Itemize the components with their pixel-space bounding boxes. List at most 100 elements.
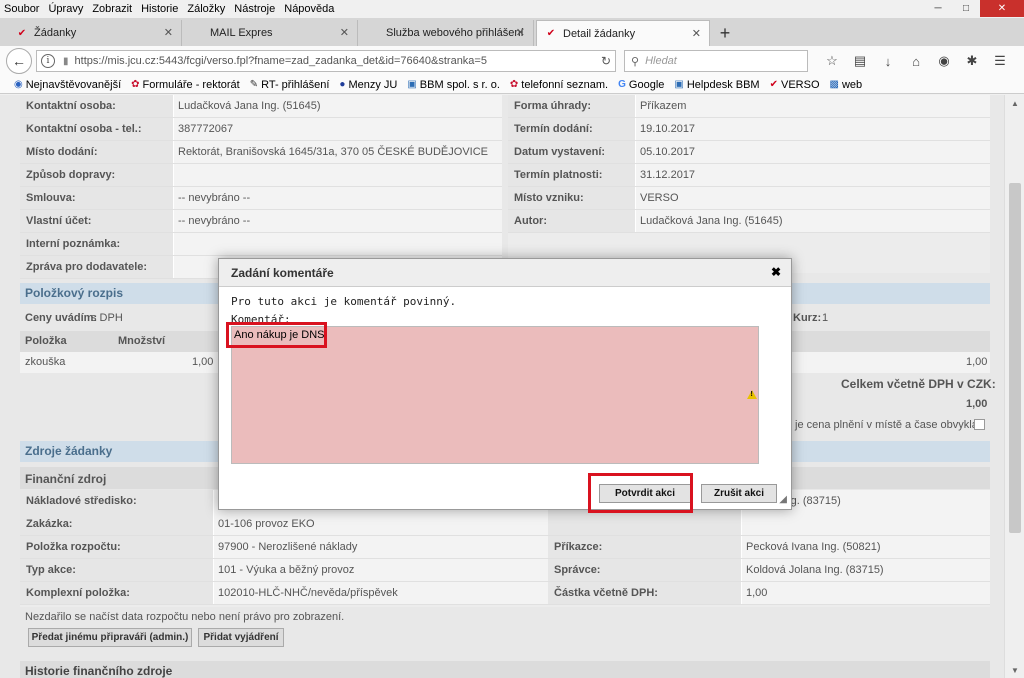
menu-nastroje[interactable]: Nástroje — [234, 3, 275, 15]
verso-icon: ✔ — [769, 79, 778, 90]
tab-detail-zadanky[interactable]: ✔ Detail žádanky ✕ — [536, 20, 710, 46]
budget-error: Nezdařilo se načíst data rozpočtu nebo n… — [25, 611, 345, 623]
fair-price-note: je cena plnění v místě a čase obvyklá: — [795, 419, 981, 431]
scroll-up-icon[interactable]: ▲ — [1005, 95, 1024, 111]
detail-row: Kontaktní osoba - tel.: 387772067 — [20, 118, 502, 141]
bookmark-item[interactable]: ✿ Formuláře - rektorát — [131, 79, 240, 91]
minimize-icon[interactable]: ─ — [924, 0, 952, 17]
close-tab-icon[interactable]: ✕ — [516, 26, 525, 39]
bookmark-item[interactable]: ▣ BBM spol. s r. o. — [407, 79, 500, 91]
navigation-bar: ← i ▮ https://mis.jcu.cz:5443/fcgi/verso… — [0, 46, 1024, 76]
close-window-icon[interactable]: ✕ — [980, 0, 1024, 17]
tab-label: Detail žádanky — [563, 27, 636, 40]
bookmark-item[interactable]: ◉ Nejnavštěvovanější — [14, 79, 121, 91]
bookmark-item[interactable]: ▩ web — [830, 79, 863, 91]
section-head-history: Historie finančního zdroje — [20, 661, 990, 678]
home-icon[interactable]: ⌂ — [902, 50, 930, 72]
info-icon[interactable]: i — [41, 54, 55, 68]
forward-preparer-button[interactable]: Předat jinému připraváři (admin.) — [28, 628, 192, 647]
tab-mail-expres[interactable]: MAIL Expres ✕ — [184, 20, 358, 46]
detail-row: Místo vzniku: VERSO — [508, 187, 990, 210]
source-row: Komplexní položka: 102010-HLČ-NHČ/nevěda/… — [20, 582, 548, 605]
close-icon[interactable]: ✖ — [771, 265, 781, 279]
bookmark-item[interactable]: ✿ telefonní seznam. — [510, 79, 608, 91]
comment-dialog: Zadání komentáře ✖ Pro tuto akci je kome… — [218, 258, 792, 510]
source-row: Položka rozpočtu: 97900 - Nerozlišené nák… — [20, 536, 548, 559]
download-icon[interactable]: ↓ — [874, 50, 902, 72]
tab-zadanky[interactable]: ✔ Žádanky ✕ — [8, 20, 182, 46]
col-header-item: Položka — [25, 335, 67, 347]
scrollbar-thumb[interactable] — [1009, 183, 1021, 533]
source-row: Zakázka: 01-106 provoz EKO — [20, 513, 548, 536]
reload-icon[interactable]: ↻ — [601, 54, 611, 68]
menu-soubor[interactable]: Soubor — [4, 3, 39, 15]
scroll-down-icon[interactable]: ▼ — [1005, 662, 1024, 678]
source-row: Částka včetně DPH: 1,00 — [548, 582, 990, 605]
detail-row: Termín platnosti: 31.12.2017 — [508, 164, 990, 187]
detail-left-panel: Kontaktní osoba: Ludačková Jana Ing. (516… — [20, 95, 502, 279]
back-arrow-icon[interactable]: ← — [6, 48, 32, 74]
detail-row: Autor: Ludačková Jana Ing. (51645) — [508, 210, 990, 233]
menu-zalozky[interactable]: Záložky — [187, 3, 225, 15]
close-tab-icon[interactable]: ✕ — [340, 26, 349, 39]
source-row: Správce: Koldová Jolana Ing. (83715) — [548, 559, 990, 582]
page-scrollbar[interactable]: ▲ ▼ — [1004, 95, 1024, 678]
detail-row: Vlastní účet: -- nevybráno -- — [20, 210, 502, 233]
star-icon[interactable]: ☆ — [818, 50, 846, 72]
menu-bar: Soubor Úpravy Zobrazit Historie Záložky … — [0, 0, 1024, 18]
source-row: Typ akce: 101 - Výuka a běžný provoz — [20, 559, 548, 582]
dialog-title: Zadání komentáře — [231, 265, 334, 280]
verso-icon: ✔ — [546, 28, 556, 39]
detail-row: Způsob dopravy: — [20, 164, 502, 187]
new-tab-icon[interactable]: + — [712, 20, 738, 46]
cancel-action-button[interactable]: Zrušit akci — [701, 484, 777, 503]
menu-zobrazit[interactable]: Zobrazit — [92, 3, 132, 15]
dialog-message: Pro tuto akci je komentář povinný. — [231, 295, 457, 308]
source-row — [548, 513, 990, 536]
url-bar[interactable]: i ▮ https://mis.jcu.cz:5443/fcgi/verso.f… — [36, 50, 616, 72]
extension-icon[interactable]: ✱ — [958, 50, 986, 72]
bookmark-item[interactable]: ▣ Helpdesk BBM — [674, 79, 759, 91]
verso-icon: ✔ — [17, 27, 27, 39]
close-tab-icon[interactable]: ✕ — [692, 27, 701, 40]
toolbar-icons: ☆ ▤ ↓ ⌂ ◉ ✱ ☰ — [818, 50, 1014, 72]
detail-row: Termín dodání: 19.10.2017 — [508, 118, 990, 141]
menu-napoveda[interactable]: Nápověda — [284, 3, 334, 15]
reading-list-icon[interactable]: ▤ — [846, 50, 874, 72]
detail-row: Datum vystavení: 05.10.2017 — [508, 141, 990, 164]
resize-grip-icon[interactable]: ◢ — [779, 494, 787, 505]
col-header-qty: Množství — [118, 335, 166, 347]
hamburger-menu-icon[interactable]: ☰ — [986, 50, 1014, 72]
page-icon: ▣ — [407, 79, 417, 90]
detail-row: Smlouva: -- nevybráno -- — [20, 187, 502, 210]
url-text[interactable]: https://mis.jcu.cz:5443/fcgi/verso.fpl?f… — [75, 55, 597, 67]
bookmark-item[interactable]: ✎ RT- přihlášení — [250, 79, 330, 91]
menu-historie[interactable]: Historie — [141, 3, 178, 15]
lock-icon[interactable]: ▮ — [63, 56, 69, 67]
window-controls: ─ □ ✕ — [924, 0, 1024, 18]
prices-value: s DPH — [91, 312, 123, 324]
bookmarks-bar: ◉ Nejnavštěvovanější ✿ Formuláře - rektorá… — [0, 76, 1024, 94]
bookmark-item[interactable]: ● Menzy JU — [339, 79, 397, 91]
google-icon: G — [618, 79, 626, 90]
add-statement-button[interactable]: Přidat vyjádření — [198, 628, 284, 647]
detail-row: Kontaktní osoba: Ludačková Jana Ing. (516… — [20, 95, 502, 118]
bookmark-item[interactable]: ✔ VERSO — [770, 79, 820, 91]
search-icon: ⚲ — [631, 55, 640, 68]
bookmark-item[interactable]: G Google — [618, 79, 664, 91]
kurz-label: Kurz: — [793, 312, 822, 324]
maximize-icon[interactable]: □ — [952, 0, 980, 17]
tab-label: Žádanky — [34, 27, 77, 39]
sources-subtitle: Finanční zdroj — [25, 472, 107, 486]
pocket-icon[interactable]: ◉ — [930, 50, 958, 72]
menu-upravy[interactable]: Úpravy — [48, 3, 83, 15]
source-row: Příkazce: Pecková Ivana Ing. (50821) — [548, 536, 990, 559]
search-input[interactable]: ⚲ Hledat — [624, 50, 808, 72]
close-tab-icon[interactable]: ✕ — [164, 26, 173, 39]
cup-icon: ● — [339, 79, 346, 90]
tab-sluzba-prihlaseni[interactable]: Služba webového přihlášení ✕ — [360, 20, 534, 46]
dialog-header: Zadání komentáře ✖ — [219, 259, 791, 287]
fair-price-checkbox[interactable] — [974, 419, 985, 430]
detail-row: Forma úhrady: Příkazem — [508, 95, 990, 118]
detail-row: Interní poznámka: — [20, 233, 502, 256]
